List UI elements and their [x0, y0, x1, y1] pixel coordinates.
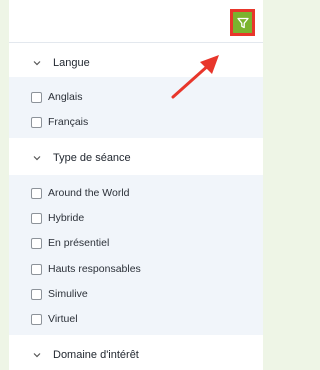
section-header-type-de-seance[interactable]: Type de séance	[9, 146, 263, 170]
option-simulive[interactable]: Simulive	[31, 285, 88, 303]
option-label: Around the World	[48, 187, 130, 199]
checkbox[interactable]	[31, 212, 42, 224]
option-francais[interactable]: Français	[31, 113, 88, 131]
option-virtuel[interactable]: Virtuel	[31, 310, 78, 328]
chevron-down-icon	[29, 347, 45, 363]
filter-button[interactable]	[230, 9, 255, 36]
option-hauts-responsables[interactable]: Hauts responsables	[31, 260, 141, 278]
section-body-langue: Anglais Français	[9, 77, 263, 138]
option-anglais[interactable]: Anglais	[31, 88, 82, 106]
option-label: En présentiel	[48, 237, 110, 249]
section-header-domaine-dinteret[interactable]: Domaine d'intérêt	[9, 343, 263, 367]
checkbox[interactable]	[31, 91, 42, 103]
section-body-type-de-seance: Around the World Hybride En présentiel H…	[9, 175, 263, 335]
option-label: Anglais	[48, 91, 83, 103]
section-title: Langue	[53, 57, 90, 69]
checkbox[interactable]	[31, 237, 42, 249]
option-hybride[interactable]: Hybride	[31, 209, 84, 227]
option-label: Virtuel	[48, 313, 78, 325]
section-title: Type de séance	[53, 152, 131, 164]
option-around-the-world[interactable]: Around the World	[31, 184, 130, 202]
checkbox[interactable]	[31, 116, 42, 128]
option-en-presentiel[interactable]: En présentiel	[31, 234, 109, 252]
chevron-down-icon	[29, 55, 45, 71]
search-bar[interactable]	[9, 8, 263, 43]
checkbox[interactable]	[31, 263, 42, 275]
chevron-down-icon	[29, 150, 45, 166]
section-header-langue[interactable]: Langue	[9, 51, 263, 75]
option-label: Hauts responsables	[48, 263, 141, 275]
section-title: Domaine d'intérêt	[53, 349, 139, 361]
option-label: Français	[48, 116, 89, 128]
checkbox[interactable]	[31, 288, 42, 300]
checkbox[interactable]	[31, 313, 42, 325]
option-label: Hybride	[48, 212, 85, 224]
filter-icon	[236, 16, 250, 30]
checkbox[interactable]	[31, 187, 42, 199]
filter-panel: Langue Anglais Français Type de séance A…	[9, 0, 263, 370]
option-label: Simulive	[48, 288, 88, 300]
